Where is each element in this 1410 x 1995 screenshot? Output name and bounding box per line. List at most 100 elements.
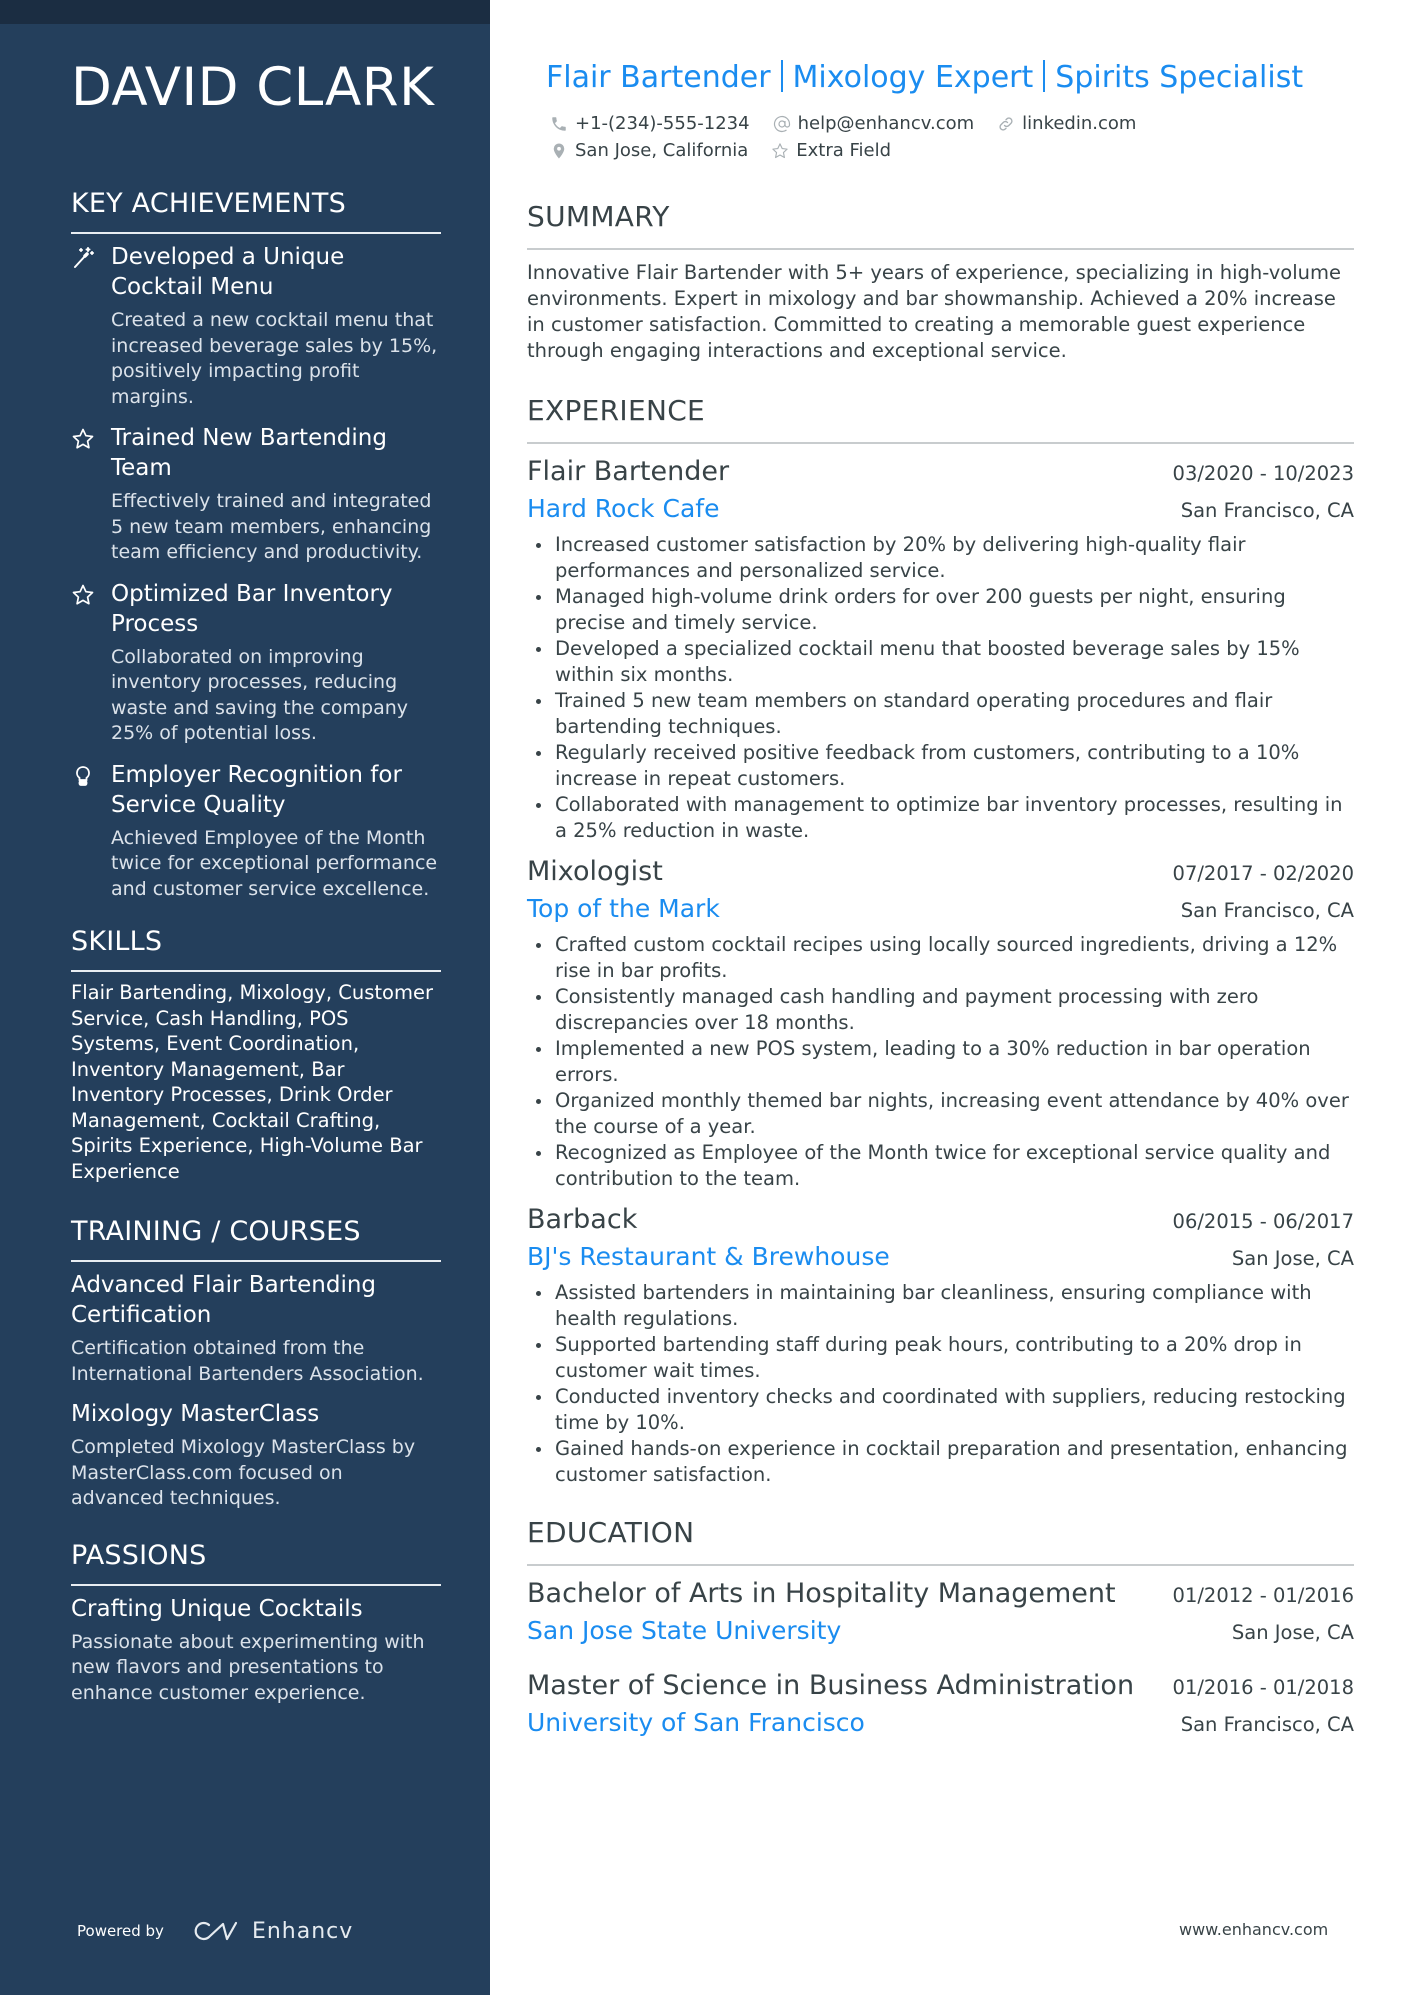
key-achievements-section: KEY ACHIEVEMENTS Developed a Unique Cock…: [71, 186, 441, 902]
job-title: Barback: [527, 1204, 638, 1235]
job-entry: Flair Bartender 03/2020 - 10/2023 Hard R…: [527, 454, 1354, 844]
powered-by: Powered by Enhancv: [77, 1918, 353, 1944]
footer-url[interactable]: www.enhancv.com: [1179, 1920, 1328, 1939]
job-location: San Francisco, CA: [1180, 899, 1354, 922]
job-header: Flair Bartender 03/2020 - 10/2023: [527, 454, 1354, 490]
candidate-name: DAVID CLARK: [71, 57, 435, 118]
job-entry: Barback 06/2015 - 06/2017 BJ's Restauran…: [527, 1202, 1354, 1488]
course-desc: Certification obtained from the Internat…: [71, 1337, 424, 1385]
contact-info: +1-(234)-555-1234 help@enhancv.com linke…: [527, 110, 1354, 164]
skills-list: Flair Bartending, Mixology, Customer Ser…: [71, 981, 433, 1183]
section-title: TRAINING / COURSES: [71, 1214, 441, 1262]
summary-section: SUMMARY Innovative Flair Bartender with …: [527, 198, 1354, 364]
powered-by-label: Powered by: [77, 1922, 164, 1940]
contact-phone[interactable]: +1-(234)-555-1234: [549, 113, 750, 134]
passion-title: Crafting Unique Cocktails: [71, 1595, 363, 1622]
degree-title: Master of Science in Business Administra…: [527, 1670, 1135, 1701]
education-subheader: University of San Francisco San Francisc…: [527, 1704, 1354, 1742]
link-icon: [996, 114, 1016, 134]
achievement-item: Developed a Unique Cocktail Menu Created…: [71, 242, 441, 410]
education-subheader: San Jose State University San Jose, CA: [527, 1612, 1354, 1650]
magic-wand-icon: [71, 246, 95, 270]
bullet-item: Supported bartending staff during peak h…: [527, 1332, 1354, 1384]
job-dates: 07/2017 - 02/2020: [1172, 862, 1354, 885]
job-location: San Francisco, CA: [1180, 499, 1354, 522]
at-sign-icon: [772, 114, 792, 134]
achievement-desc: Collaborated on improving inventory proc…: [111, 645, 409, 745]
star-icon: [71, 583, 95, 607]
achievement-item: Optimized Bar Inventory Process Collabor…: [71, 579, 441, 747]
contact-email[interactable]: help@enhancv.com: [772, 113, 975, 134]
email-text: help@enhancv.com: [797, 113, 975, 134]
achievement-title: Employer Recognition for Service Quality: [111, 761, 402, 818]
star-icon: [770, 141, 790, 161]
achievement-desc: Created a new cocktail menu that increas…: [111, 309, 438, 408]
education-section: EDUCATION Bachelor of Arts in Hospitalit…: [527, 1514, 1354, 1742]
course-item: Advanced Flair Bartending Certification …: [71, 1270, 441, 1387]
section-title: EDUCATION: [527, 1514, 1354, 1566]
achievement-item: Trained New Bartending Team Effectively …: [71, 423, 441, 566]
job-company: BJ's Restaurant & Brewhouse: [527, 1242, 890, 1271]
education-header: Bachelor of Arts in Hospitality Manageme…: [527, 1576, 1354, 1612]
passion-desc: Passionate about experimenting with new …: [71, 1630, 425, 1704]
location-text: San Jose, California: [575, 140, 749, 161]
headline-divider: [780, 60, 783, 92]
section-title: SUMMARY: [527, 198, 1354, 250]
enhancv-logo[interactable]: Enhancv: [192, 1918, 353, 1944]
phone-icon: [549, 114, 569, 134]
summary-text: Innovative Flair Bartender with 5+ years…: [527, 261, 1341, 362]
job-bullets: Assisted bartenders in maintaining bar c…: [527, 1280, 1354, 1488]
contact-location: San Jose, California: [549, 140, 748, 161]
star-icon: [71, 427, 95, 451]
headline-part: Mixology Expert: [792, 60, 1034, 95]
achievement-title: Developed a Unique Cocktail Menu: [111, 244, 345, 300]
main-content: Flair Bartender Mixology Expert Spirits Sp…: [527, 56, 1354, 1760]
achievement-title: Optimized Bar Inventory Process: [111, 580, 393, 637]
headline: Flair Bartender Mixology Expert Spirits Sp…: [527, 56, 1354, 100]
bullet-item: Increased customer satisfaction by 20% b…: [527, 532, 1354, 584]
school-name: San Jose State University: [527, 1616, 842, 1645]
education-header: Master of Science in Business Administra…: [527, 1668, 1354, 1704]
section-title: KEY ACHIEVEMENTS: [71, 186, 441, 234]
job-dates: 06/2015 - 06/2017: [1172, 1210, 1354, 1233]
bullet-item: Managed high-volume drink orders for ove…: [527, 584, 1354, 636]
bullet-item: Regularly received positive feedback fro…: [527, 740, 1354, 792]
headline-part: Spirits Specialist: [1055, 60, 1304, 95]
achievement-title: Trained New Bartending Team: [111, 425, 387, 481]
passions-section: PASSIONS Crafting Unique Cocktails Passi…: [71, 1538, 441, 1707]
extra-field-text: Extra Field: [796, 140, 892, 161]
contact-extra: Extra Field: [770, 140, 891, 161]
school-name: University of San Francisco: [527, 1708, 865, 1737]
job-bullets: Increased customer satisfaction by 20% b…: [527, 532, 1354, 844]
job-location: San Jose, CA: [1231, 1247, 1354, 1270]
contact-row: +1-(234)-555-1234 help@enhancv.com linke…: [549, 110, 1354, 137]
achievement-desc: Effectively trained and integrated 5 new…: [111, 490, 432, 563]
bullet-item: Recognized as Employee of the Month twic…: [527, 1140, 1354, 1192]
bullet-item: Conducted inventory checks and coordinat…: [527, 1384, 1354, 1436]
contact-link[interactable]: linkedin.com: [996, 113, 1136, 134]
achievement-item: Employer Recognition for Service Quality…: [71, 760, 441, 903]
job-subheader: Top of the Mark San Francisco, CA: [527, 890, 1354, 928]
brand-name: Enhancv: [251, 1918, 354, 1944]
job-bullets: Crafted custom cocktail recipes using lo…: [527, 932, 1354, 1192]
passion-item: Crafting Unique Cocktails Passionate abo…: [71, 1594, 441, 1707]
enhancv-logo-icon: [194, 1921, 238, 1941]
job-company: Top of the Mark: [527, 894, 720, 923]
lightbulb-icon: [71, 764, 95, 788]
job-title: Flair Bartender: [527, 456, 730, 487]
school-location: San Francisco, CA: [1180, 1713, 1354, 1736]
job-subheader: Hard Rock Cafe San Francisco, CA: [527, 490, 1354, 528]
headline-part: Flair Bartender: [546, 60, 771, 95]
education-dates: 01/2012 - 01/2016: [1172, 1584, 1354, 1607]
job-subheader: BJ's Restaurant & Brewhouse San Jose, CA: [527, 1238, 1354, 1276]
education-dates: 01/2016 - 01/2018: [1172, 1676, 1354, 1699]
link-text: linkedin.com: [1022, 113, 1137, 134]
bullet-item: Crafted custom cocktail recipes using lo…: [527, 932, 1354, 984]
job-company: Hard Rock Cafe: [527, 494, 720, 523]
bullet-item: Gained hands-on experience in cocktail p…: [527, 1436, 1354, 1488]
bullet-item: Implemented a new POS system, leading to…: [527, 1036, 1354, 1088]
job-dates: 03/2020 - 10/2023: [1172, 462, 1354, 485]
course-desc: Completed Mixology MasterClass by Master…: [71, 1436, 416, 1509]
school-location: San Jose, CA: [1231, 1621, 1354, 1644]
experience-section: EXPERIENCE Flair Bartender 03/2020 - 10/…: [527, 392, 1354, 1488]
